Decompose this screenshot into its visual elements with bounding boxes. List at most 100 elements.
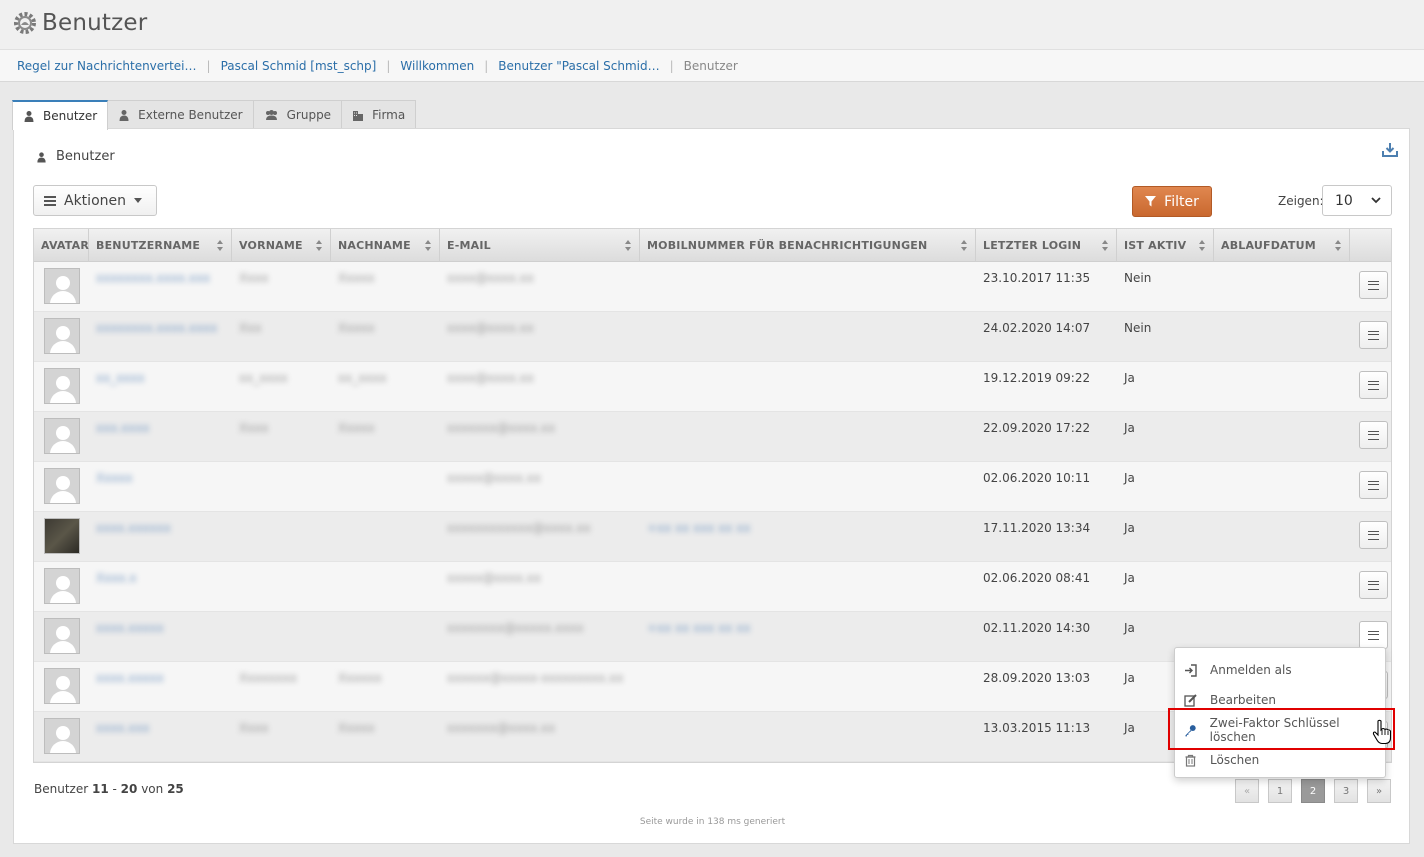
table-row[interactable]: xx_xxxx xx_xxxx xx_xxxx xxxx@xxxx.xx 19.12.2… <box>34 362 1391 412</box>
cell-firstname <box>232 512 331 561</box>
cell-row-actions <box>1350 262 1391 311</box>
page-button[interactable]: 3 <box>1334 779 1358 803</box>
generation-info: Seite wurde in 138 ms generiert <box>639 817 786 827</box>
cell-username[interactable]: xxxx.xxxxx <box>89 612 232 661</box>
page-size-select[interactable]: 10 <box>1322 185 1392 216</box>
cell-username-text[interactable]: xx_xxxx <box>96 371 145 385</box>
top-bar: Benutzer <box>0 0 1424 50</box>
cell-firstname-text: xx_xxxx <box>239 371 288 385</box>
column-header-last-login[interactable]: LETZTER LOGIN <box>976 229 1117 262</box>
cell-username[interactable]: xxx.xxxx <box>89 412 232 461</box>
cell-username[interactable]: xxxx.xxxxx <box>89 662 232 711</box>
cell-username-text[interactable]: xxxx.xxxxx <box>96 671 164 685</box>
sort-icon <box>1102 240 1109 251</box>
column-header-mobile[interactable]: MOBILNUMMER FÜR BENACHRICHTIGUNGEN <box>640 229 976 262</box>
cell-username[interactable]: xxxxxxxx.xxxx.xxx <box>89 262 232 311</box>
row-menu-button[interactable] <box>1359 421 1388 449</box>
last-login-text: 22.09.2020 17:22 <box>983 421 1091 435</box>
breadcrumb-link[interactable]: Willkommen <box>400 59 474 73</box>
cell-avatar <box>34 262 89 311</box>
cell-username-text[interactable]: xxxx.xxxxxx <box>96 521 171 535</box>
page-size-label: Zeigen: <box>1278 194 1324 208</box>
row-menu-button[interactable] <box>1359 521 1388 549</box>
tab-firma[interactable]: Firma <box>341 100 417 129</box>
column-header-vorname[interactable]: VORNAME <box>232 229 331 262</box>
cell-last-login: 02.06.2020 08:41 <box>976 562 1117 611</box>
cell-email-text: xxxxxxx@xxxx.xx <box>447 421 556 435</box>
actions-button[interactable]: Aktionen <box>33 185 157 216</box>
table-row[interactable]: xxxxxxxx.xxxx.xxxx Xxx Xxxxx xxxx@xxxx.xx 24… <box>34 312 1391 362</box>
breadcrumb-link[interactable]: Benutzer "Pascal Schmid… <box>498 59 659 73</box>
building-icon <box>353 111 364 121</box>
tab-gruppe[interactable]: Gruppe <box>252 100 343 129</box>
row-menu-button[interactable] <box>1359 371 1388 399</box>
cell-username[interactable]: xxxx.xxx <box>89 712 232 761</box>
page-next-button[interactable]: » <box>1367 779 1391 803</box>
cell-username-text[interactable]: Xxxxx <box>96 471 133 485</box>
page-size-value: 10 <box>1335 192 1353 209</box>
breadcrumb-link[interactable]: Pascal Schmid [mst_schp] <box>221 59 377 73</box>
cell-mobile <box>640 712 976 761</box>
breadcrumb-link[interactable]: Regel zur Nachrichtenvertei… <box>17 59 197 73</box>
page-button[interactable]: 1 <box>1268 779 1292 803</box>
cell-username-text[interactable]: xxxx.xxx <box>96 721 150 735</box>
column-header-email[interactable]: E-MAIL <box>440 229 640 262</box>
tab-label: Gruppe <box>286 108 332 122</box>
panel-title: Benutzer <box>36 149 115 164</box>
tab-externe-benutzer[interactable]: Externe Benutzer <box>107 100 254 129</box>
menu-item-login-as[interactable]: Anmelden als <box>1175 655 1385 685</box>
tab-label: Benutzer <box>43 109 98 123</box>
tab-benutzer[interactable]: Benutzer <box>12 100 109 130</box>
cell-username-text[interactable]: xxx.xxxx <box>96 421 150 435</box>
row-menu-button[interactable] <box>1359 471 1388 499</box>
row-menu-button[interactable] <box>1359 321 1388 349</box>
cell-mobile <box>640 462 976 511</box>
table-row[interactable]: xxxxxxxx.xxxx.xxx Xxxx Xxxxx xxxx@xxxx.xx 23… <box>34 262 1391 312</box>
cell-username-text[interactable]: xxxxxxxx.xxxx.xxx <box>96 271 210 285</box>
cell-avatar <box>34 312 89 361</box>
column-header-active[interactable]: IST AKTIV <box>1117 229 1214 262</box>
row-menu-button[interactable] <box>1359 571 1388 599</box>
table-row[interactable]: xxx.xxxx Xxxx Xxxxx xxxxxxx@xxxx.xx 22.09.20… <box>34 412 1391 462</box>
last-login-text: 02.06.2020 08:41 <box>983 571 1091 585</box>
last-login-text: 23.10.2017 11:35 <box>983 271 1091 285</box>
active-text: Ja <box>1124 621 1135 635</box>
cell-lastname <box>331 512 440 561</box>
cell-username[interactable]: xxxxxxxx.xxxx.xxxx <box>89 312 232 361</box>
cell-email: xxxx@xxxx.xx <box>440 312 640 361</box>
last-login-text: 28.09.2020 13:03 <box>983 671 1091 685</box>
cell-mobile-text: +xx xx xxx xx xx <box>647 521 751 535</box>
column-header-expiry[interactable]: ABLAUFDATUM <box>1214 229 1350 262</box>
table-row[interactable]: Xxxx.x xxxxx@xxxx.xx 02.06.2020 08:41 Ja <box>34 562 1391 612</box>
menu-icon <box>1368 580 1379 590</box>
cell-email: xxxxxxx@xxxx.xx <box>440 712 640 761</box>
cell-username[interactable]: xxxx.xxxxxx <box>89 512 232 561</box>
avatar <box>44 618 80 654</box>
breadcrumb-separator: | <box>669 58 674 73</box>
cell-lastname-text: Xxxxx <box>338 721 375 735</box>
table-row[interactable]: xxxx.xxxxxx xxxxxxxxxxxx@xxxx.xx +xx xx xx… <box>34 512 1391 562</box>
filter-button[interactable]: Filter <box>1132 186 1212 217</box>
column-header-benutzername[interactable]: BENUTZERNAME <box>89 229 232 262</box>
row-menu-button[interactable] <box>1359 271 1388 299</box>
cell-username-text[interactable]: Xxxx.x <box>96 571 136 585</box>
last-login-text: 02.06.2020 10:11 <box>983 471 1091 485</box>
table-row[interactable]: Xxxxx xxxxx@xxxx.xx 02.06.2020 10:11 Ja <box>34 462 1391 512</box>
page-button-current[interactable]: 2 <box>1301 779 1325 803</box>
cell-active: Ja <box>1117 562 1214 611</box>
cell-username[interactable]: Xxxx.x <box>89 562 232 611</box>
last-login-text: 02.11.2020 14:30 <box>983 621 1091 635</box>
cell-lastname: xx_xxxx <box>331 362 440 411</box>
cell-last-login: 17.11.2020 13:34 <box>976 512 1117 561</box>
column-header-nachname[interactable]: NACHNAME <box>331 229 440 262</box>
trash-icon <box>1185 754 1196 767</box>
row-menu-button[interactable] <box>1359 621 1388 649</box>
cell-username-text[interactable]: xxxx.xxxxx <box>96 621 164 635</box>
cell-username[interactable]: xx_xxxx <box>89 362 232 411</box>
page-prev-button[interactable]: « <box>1235 779 1259 803</box>
cell-username-text[interactable]: xxxxxxxx.xxxx.xxxx <box>96 321 217 335</box>
cell-email: xxxxxx@xxxxx-xxxxxxxxx.xx <box>440 662 640 711</box>
download-icon[interactable] <box>1382 142 1398 158</box>
cell-username[interactable]: Xxxxx <box>89 462 232 511</box>
avatar <box>44 268 80 304</box>
